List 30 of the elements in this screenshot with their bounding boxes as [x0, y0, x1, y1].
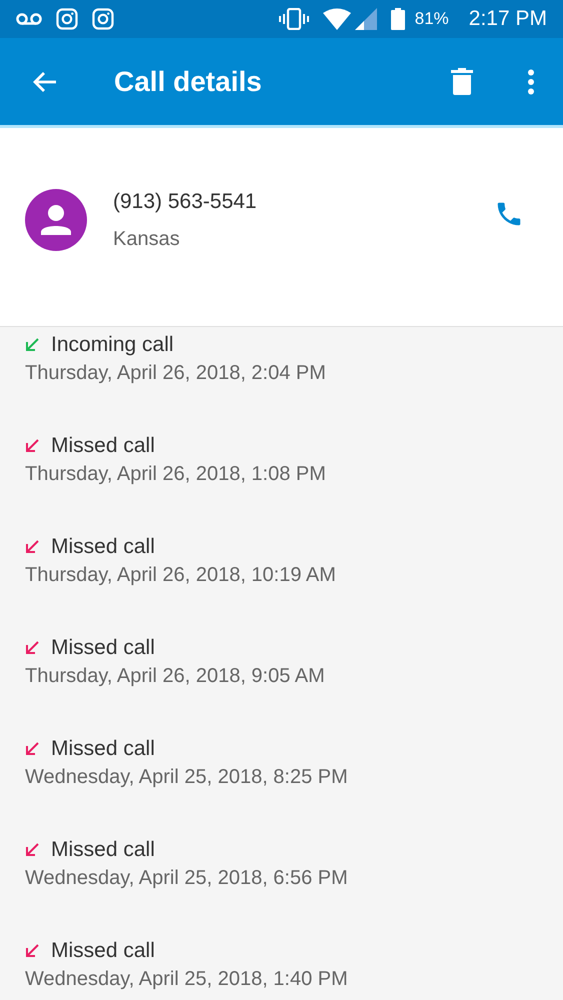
- trash-icon[interactable]: [451, 68, 473, 96]
- call-time: Thursday, April 26, 2018, 9:05 AM: [25, 665, 326, 688]
- call-time: Wednesday, April 25, 2018, 1:40 PM: [25, 968, 349, 991]
- camera-app-icon: [56, 8, 78, 30]
- wifi-icon: [322, 8, 351, 30]
- vibrate-icon: [278, 8, 309, 30]
- call-time: Thursday, April 26, 2018, 2:04 PM: [25, 362, 327, 385]
- camera-app-icon: [92, 8, 114, 30]
- call-type: Missed call: [51, 737, 155, 761]
- more-options-icon[interactable]: [527, 68, 535, 94]
- avatar-icon: [25, 189, 87, 251]
- clock-time: 2:17 PM: [468, 7, 547, 31]
- location-text: Kansas: [113, 228, 181, 250]
- call-time: Thursday, April 26, 2018, 10:19 AM: [25, 564, 337, 587]
- call-type: Missed call: [51, 535, 155, 559]
- call-type: Missed call: [51, 939, 155, 963]
- screen-title: Call details: [114, 66, 263, 98]
- voicemail-icon: [16, 12, 42, 26]
- call-type: Missed call: [51, 636, 155, 660]
- signal-icon: [354, 8, 377, 30]
- call-type: Incoming call: [51, 333, 174, 357]
- call-time: Thursday, April 26, 2018, 1:08 PM: [25, 463, 327, 486]
- call-time: Wednesday, April 25, 2018, 6:56 PM: [25, 867, 349, 890]
- battery-icon: [390, 8, 405, 30]
- phone-number: (913) 563-5541: [113, 190, 258, 214]
- battery-percent: 81%: [414, 9, 449, 29]
- call-type: Missed call: [51, 838, 155, 862]
- call-time: Wednesday, April 25, 2018, 8:25 PM: [25, 766, 349, 789]
- call-type: Missed call: [51, 434, 155, 458]
- back-icon[interactable]: [32, 70, 58, 92]
